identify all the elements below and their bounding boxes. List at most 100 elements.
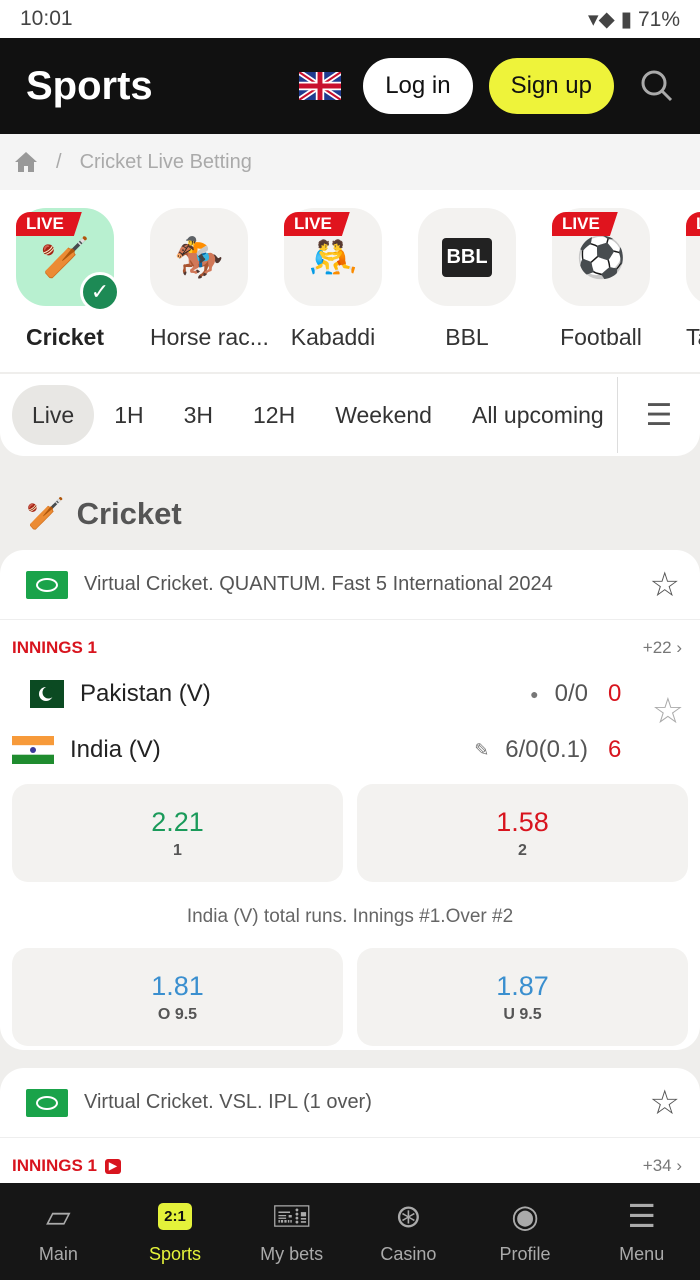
ticket-icon: 🎫︎	[271, 1198, 312, 1234]
tab-weekend[interactable]: Weekend	[315, 385, 452, 445]
odds-button[interactable]: 2.21 1	[12, 784, 343, 882]
menu-icon: ☰	[627, 1198, 657, 1234]
championship-name: Virtual Cricket. VSL. IPL (1 over)	[84, 1091, 372, 1113]
event-card: Virtual Cricket. QUANTUM. Fast 5 Interna…	[0, 550, 700, 1050]
live-badge: LIVE	[284, 212, 350, 236]
uk-flag-icon[interactable]	[299, 72, 342, 100]
live-badge: LIVE	[552, 212, 618, 236]
team-name: Pakistan (V)	[80, 680, 211, 707]
india-flag-icon	[12, 736, 54, 764]
horse-racing-icon: 🏇	[174, 235, 224, 280]
bat-icon: ✎	[474, 739, 490, 760]
status-bar: 10:01 ▾◆ ▮ 71%	[0, 0, 700, 38]
sport-label: Kabaddi	[290, 324, 376, 350]
sport-label: Tab	[686, 324, 700, 350]
virtual-icon	[26, 1088, 68, 1117]
odds-button[interactable]: 1.81 O 9.5	[12, 948, 343, 1046]
market-title: India (V) total runs. Innings #1.Over #2	[186, 906, 514, 927]
breadcrumb-separator: /	[56, 150, 62, 173]
nav-label: Casino	[380, 1244, 437, 1264]
odds-button[interactable]: 1.58 2	[357, 784, 688, 882]
battery-level: 71%	[637, 7, 680, 31]
video-icon[interactable]: ▶	[105, 1158, 121, 1174]
main-icon: ▱	[46, 1198, 71, 1234]
sport-kabaddi[interactable]: LIVE 🤼 Kabaddi	[284, 208, 382, 372]
more-markets-link[interactable]: +34 ›	[643, 1156, 682, 1176]
profile-icon: ◉	[511, 1198, 539, 1234]
team-name: India (V)	[70, 736, 161, 763]
check-icon: ✓	[80, 272, 120, 312]
innings-label: INNINGS 1	[12, 638, 98, 657]
login-button[interactable]: Log in	[363, 58, 473, 114]
breadcrumb-current[interactable]: Cricket Live Betting	[80, 151, 252, 174]
championship-header[interactable]: Virtual Cricket. VSL. IPL (1 over) ☆	[0, 1068, 700, 1138]
search-icon[interactable]	[640, 69, 674, 103]
sport-label: Horse rac...	[150, 324, 269, 350]
kabaddi-icon: 🤼	[308, 235, 358, 280]
sports-carousel[interactable]: LIVE 🏏 ✓ Cricket 🏇 Horse rac... LIVE 🤼 Kabaddi…	[0, 190, 700, 372]
nav-sports[interactable]: 2:1 Sports	[117, 1183, 234, 1280]
team-row[interactable]: India (V) ✎ 6/0(0.1) 6 ☆	[0, 690, 700, 778]
tab-12h[interactable]: 12H	[233, 385, 315, 445]
bbl-logo-icon: BBL	[442, 237, 492, 277]
tab-3h[interactable]: 3H	[164, 385, 233, 445]
nav-label: Menu	[619, 1244, 665, 1264]
nav-profile[interactable]: ◉ Profile	[467, 1183, 584, 1280]
star-icon[interactable]: ☆	[650, 1083, 680, 1123]
innings-label: INNINGS 1	[12, 1156, 98, 1175]
cricket-icon: 🏏	[40, 235, 90, 280]
sports-score-icon: 2:1	[158, 1202, 192, 1230]
sport-partial[interactable]: LIVE Tab	[686, 208, 700, 372]
championship-name: Virtual Cricket. QUANTUM. Fast 5 Interna…	[84, 573, 553, 595]
nav-menu[interactable]: ☰ Menu	[583, 1183, 700, 1280]
home-icon[interactable]	[14, 151, 38, 173]
sport-label: Football	[560, 324, 642, 350]
team-points: 0	[608, 680, 622, 707]
casino-chip-icon: ⊛	[394, 1198, 422, 1234]
nav-main[interactable]: ▱ Main	[0, 1183, 117, 1280]
filter-icon[interactable]: ☰	[617, 377, 700, 453]
pakistan-flag-icon	[22, 680, 64, 708]
app-header: Sports Log in Sign up	[0, 38, 700, 134]
live-badge: LIVE	[16, 212, 82, 236]
odds-label: O 9.5	[157, 1005, 198, 1023]
cricket-icon: 🏏	[26, 496, 65, 531]
live-badge: LIVE	[686, 212, 700, 236]
page-title: Sports	[26, 63, 153, 108]
odds-value: 1.81	[151, 970, 204, 1001]
section-title: Cricket	[76, 495, 182, 531]
clock: 10:01	[20, 7, 73, 30]
favorite-star-icon[interactable]: ☆	[652, 690, 684, 732]
team-score: 0/0	[554, 680, 588, 707]
nav-my-bets[interactable]: 🎫︎ My bets	[233, 1183, 350, 1280]
nav-label: Profile	[499, 1244, 551, 1264]
odds-label: U 9.5	[503, 1005, 542, 1023]
odds-button[interactable]: 1.87 U 9.5	[357, 948, 688, 1046]
more-markets-link[interactable]: +22 ›	[643, 638, 682, 658]
team-points: 6	[608, 736, 622, 763]
tab-1h[interactable]: 1H	[94, 385, 163, 445]
nav-label: Sports	[148, 1244, 202, 1264]
tab-all-upcoming[interactable]: All upcoming	[452, 385, 617, 445]
breadcrumb: / Cricket Live Betting	[0, 134, 700, 190]
nav-label: My bets	[260, 1244, 324, 1264]
championship-header[interactable]: Virtual Cricket. QUANTUM. Fast 5 Interna…	[0, 550, 700, 620]
section-header: 🏏 Cricket	[26, 495, 182, 532]
sport-bbl[interactable]: BBL BBL	[418, 208, 516, 372]
status-icons: ▾◆ ▮ 71%	[588, 7, 680, 31]
nav-label: Main	[38, 1244, 78, 1264]
odds-value: 1.58	[496, 806, 549, 837]
odds-label: 2	[518, 841, 527, 859]
star-icon[interactable]: ☆	[650, 565, 680, 605]
virtual-icon	[26, 570, 68, 599]
tab-live[interactable]: Live	[12, 385, 95, 445]
sport-label: BBL	[445, 324, 489, 350]
signup-button[interactable]: Sign up	[488, 58, 614, 114]
time-filter-tabs: Live 1H 3H 12H Weekend All upcoming ☰	[0, 374, 700, 456]
sport-horse-racing[interactable]: 🏇 Horse rac...	[150, 208, 269, 372]
team-row[interactable]: Pakistan (V) ● 0/0 0	[0, 666, 700, 722]
sport-cricket[interactable]: LIVE 🏏 ✓ Cricket	[16, 208, 120, 372]
nav-casino[interactable]: ⊛ Casino	[350, 1183, 467, 1280]
sport-football[interactable]: LIVE ⚽ Football	[552, 208, 650, 372]
odds-value: 2.21	[151, 806, 204, 837]
